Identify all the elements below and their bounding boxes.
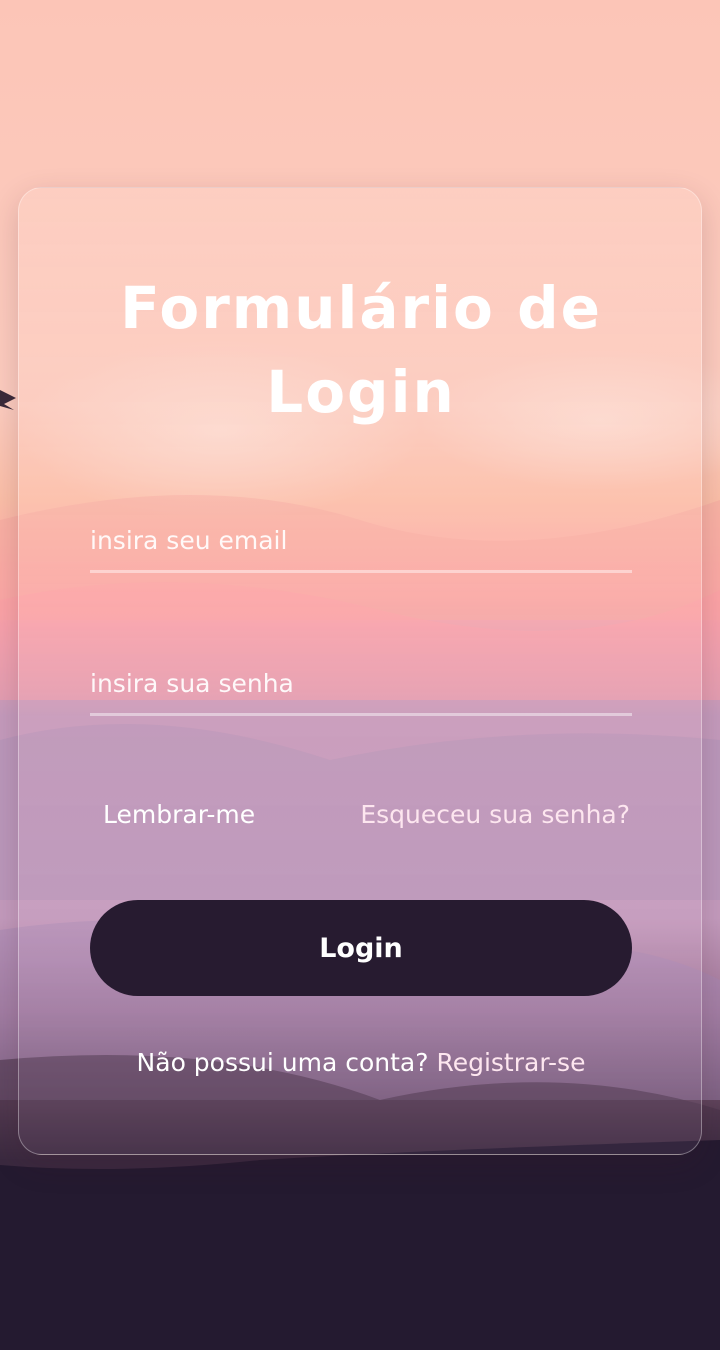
form-title: Formulário de Login	[120, 274, 602, 426]
email-field-wrapper	[90, 510, 632, 573]
login-page: Formulário de Login Lembrar-me Esqueceu …	[0, 0, 720, 1350]
login-card: Formulário de Login Lembrar-me Esqueceu …	[18, 187, 702, 1155]
register-link[interactable]: Registrar-se	[436, 1048, 585, 1077]
register-prompt: Não possui uma conta?	[136, 1048, 429, 1077]
remember-me-option[interactable]: Lembrar-me	[103, 800, 255, 829]
email-input[interactable]	[90, 510, 632, 570]
login-button[interactable]: Login	[90, 900, 632, 996]
password-field-wrapper	[90, 653, 632, 716]
register-row: Não possui uma conta? Registrar-se	[19, 1048, 703, 1077]
forgot-password-link[interactable]: Esqueceu sua senha?	[360, 800, 630, 829]
password-input[interactable]	[90, 653, 632, 713]
